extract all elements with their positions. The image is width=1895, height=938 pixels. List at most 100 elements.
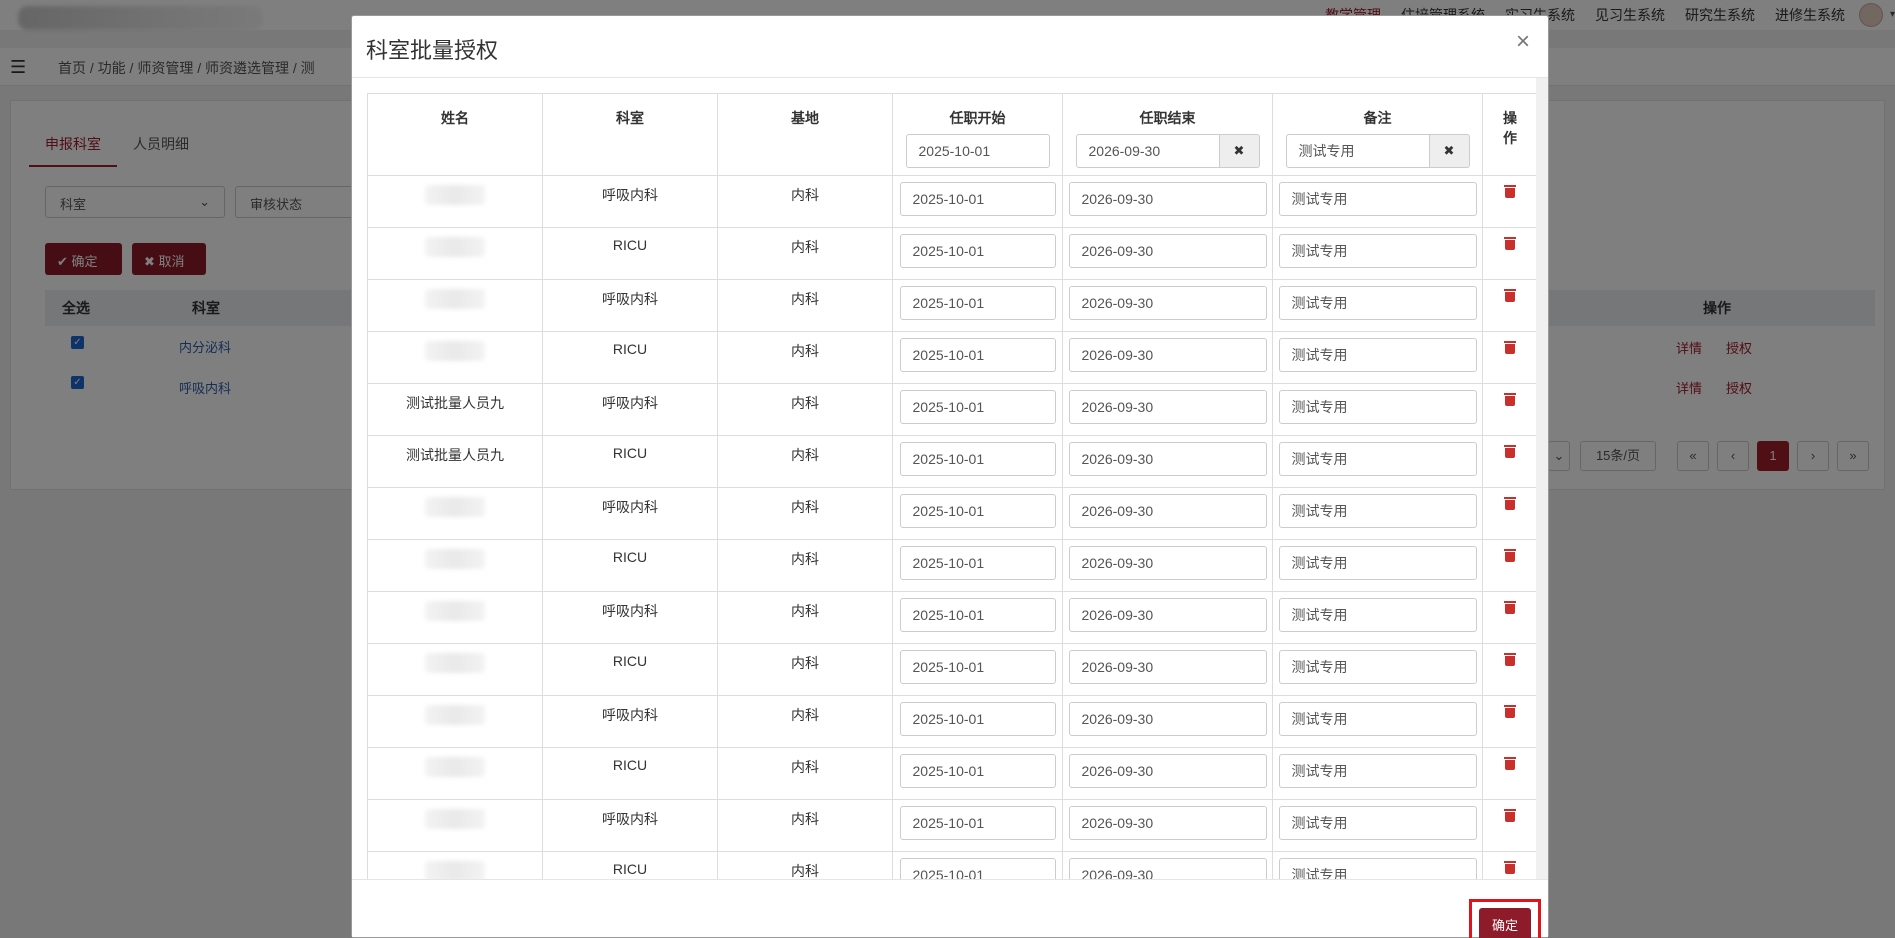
row-end-input[interactable] xyxy=(1068,390,1267,424)
row-end-input[interactable] xyxy=(1068,442,1267,476)
row-note-input[interactable] xyxy=(1278,650,1477,684)
close-icon[interactable]: × xyxy=(1516,28,1530,56)
confirm-button[interactable]: 确定 xyxy=(1479,908,1531,938)
row-dept: 呼吸内科 xyxy=(602,499,658,515)
row-name-redacted xyxy=(425,601,485,621)
row-note-input[interactable] xyxy=(1278,234,1477,268)
row-start-input[interactable] xyxy=(899,286,1056,320)
row-end-input[interactable] xyxy=(1068,806,1267,840)
row-dept: 呼吸内科 xyxy=(602,811,658,827)
scrollbar[interactable] xyxy=(1536,78,1548,894)
row-note-input[interactable] xyxy=(1278,442,1477,476)
note-cell xyxy=(1272,591,1483,644)
table-row: RICU 内科 xyxy=(367,539,1538,592)
base-cell: 内科 xyxy=(717,279,893,332)
trash-icon[interactable] xyxy=(1504,757,1516,770)
row-start-input[interactable] xyxy=(899,494,1056,528)
row-note-input[interactable] xyxy=(1278,754,1477,788)
modal-title: 科室批量授权 xyxy=(366,38,499,63)
row-note-input[interactable] xyxy=(1278,598,1477,632)
row-note-input[interactable] xyxy=(1278,494,1477,528)
row-name-redacted xyxy=(425,705,485,725)
clear-note-icon[interactable]: ✖ xyxy=(1429,134,1470,168)
table-row: RICU 内科 xyxy=(367,747,1538,800)
row-base: 内科 xyxy=(791,707,819,723)
row-name: 测试批量人员九 xyxy=(406,395,504,411)
row-start-input[interactable] xyxy=(899,338,1056,372)
name-cell: 测试批量人员九 xyxy=(367,435,543,488)
base-header-label: 基地 xyxy=(791,110,819,126)
dept-cell: 呼吸内科 xyxy=(542,383,718,436)
row-start-input[interactable] xyxy=(899,598,1056,632)
row-end-input[interactable] xyxy=(1068,286,1267,320)
dept-cell: RICU xyxy=(542,331,718,384)
row-end-input[interactable] xyxy=(1068,234,1267,268)
bulk-start-input[interactable] xyxy=(905,134,1050,168)
dept-cell: 呼吸内科 xyxy=(542,799,718,852)
dept-header-label: 科室 xyxy=(616,110,644,126)
trash-icon[interactable] xyxy=(1504,601,1516,614)
trash-icon[interactable] xyxy=(1504,341,1516,354)
table-row: 呼吸内科 内科 xyxy=(367,175,1538,228)
row-end-input[interactable] xyxy=(1068,754,1267,788)
note-header: 备注 ✖ xyxy=(1272,93,1483,176)
clear-end-icon[interactable]: ✖ xyxy=(1219,134,1260,168)
ops-cell xyxy=(1482,175,1538,228)
name-cell xyxy=(367,279,543,332)
row-start-input[interactable] xyxy=(899,390,1056,424)
trash-icon[interactable] xyxy=(1504,549,1516,562)
row-note-input[interactable] xyxy=(1278,546,1477,580)
row-start-input[interactable] xyxy=(899,546,1056,580)
row-note-input[interactable] xyxy=(1278,286,1477,320)
row-start-input[interactable] xyxy=(899,182,1056,216)
bulk-end-input[interactable] xyxy=(1075,134,1220,168)
row-base: 内科 xyxy=(791,187,819,203)
row-note-input[interactable] xyxy=(1278,702,1477,736)
auth-table: 姓名 科室 基地 任职开始 任职结束 ✖ xyxy=(367,93,1538,894)
row-end-input[interactable] xyxy=(1068,494,1267,528)
table-row: RICU 内科 xyxy=(367,331,1538,384)
ops-cell xyxy=(1482,487,1538,540)
dept-cell: RICU xyxy=(542,539,718,592)
trash-icon[interactable] xyxy=(1504,445,1516,458)
row-note-input[interactable] xyxy=(1278,390,1477,424)
note-cell xyxy=(1272,695,1483,748)
row-note-input[interactable] xyxy=(1278,338,1477,372)
row-start-input[interactable] xyxy=(899,806,1056,840)
trash-icon[interactable] xyxy=(1504,653,1516,666)
row-end-input[interactable] xyxy=(1068,650,1267,684)
trash-icon[interactable] xyxy=(1504,237,1516,250)
row-name-redacted xyxy=(425,185,485,205)
trash-icon[interactable] xyxy=(1504,497,1516,510)
name-header: 姓名 xyxy=(367,93,543,176)
trash-icon[interactable] xyxy=(1504,393,1516,406)
row-start-input[interactable] xyxy=(899,442,1056,476)
row-name-redacted xyxy=(425,289,485,309)
row-end-input[interactable] xyxy=(1068,546,1267,580)
name-cell xyxy=(367,175,543,228)
bulk-note-input[interactable] xyxy=(1285,134,1430,168)
row-note-input[interactable] xyxy=(1278,182,1477,216)
trash-icon[interactable] xyxy=(1504,705,1516,718)
note-header-label: 备注 xyxy=(1363,110,1392,126)
end-cell xyxy=(1062,383,1273,436)
base-cell: 内科 xyxy=(717,695,893,748)
row-start-input[interactable] xyxy=(899,234,1056,268)
row-end-input[interactable] xyxy=(1068,598,1267,632)
row-start-input[interactable] xyxy=(899,702,1056,736)
trash-icon[interactable] xyxy=(1504,809,1516,822)
trash-icon[interactable] xyxy=(1504,289,1516,302)
row-note-input[interactable] xyxy=(1278,806,1477,840)
row-start-input[interactable] xyxy=(899,754,1056,788)
trash-icon[interactable] xyxy=(1504,861,1516,874)
row-start-input[interactable] xyxy=(899,650,1056,684)
row-end-input[interactable] xyxy=(1068,702,1267,736)
modal-body[interactable]: 姓名 科室 基地 任职开始 任职结束 ✖ xyxy=(352,78,1548,894)
trash-icon[interactable] xyxy=(1504,185,1516,198)
row-end-input[interactable] xyxy=(1068,182,1267,216)
base-cell: 内科 xyxy=(717,643,893,696)
end-header-label: 任职结束 xyxy=(1139,110,1196,126)
row-end-input[interactable] xyxy=(1068,338,1267,372)
start-cell xyxy=(892,747,1063,800)
row-base: 内科 xyxy=(791,603,819,619)
